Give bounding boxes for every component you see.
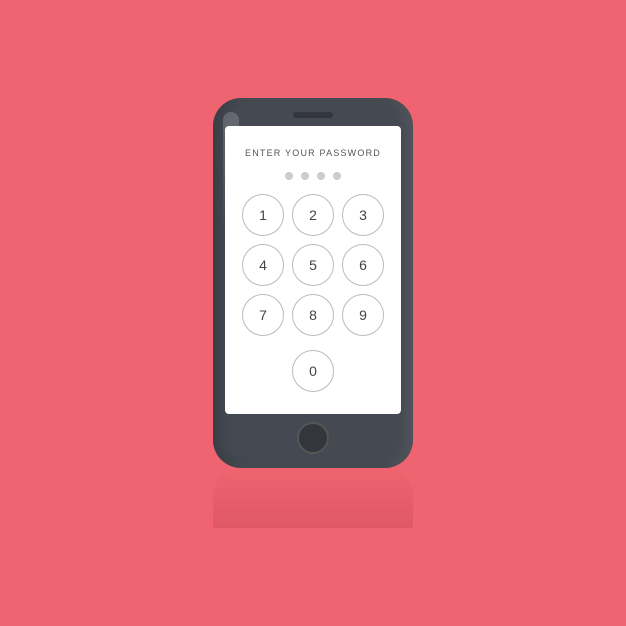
key-6[interactable]: 6 [342, 244, 384, 286]
keypad: 1 2 3 4 5 6 7 8 9 [242, 194, 384, 336]
key-3[interactable]: 3 [342, 194, 384, 236]
dot-1 [285, 172, 293, 180]
phone: ENTER YOUR PASSWORD 1 2 3 4 5 6 7 8 9 0 [213, 98, 413, 468]
key-4[interactable]: 4 [242, 244, 284, 286]
key-1[interactable]: 1 [242, 194, 284, 236]
key-8[interactable]: 8 [292, 294, 334, 336]
key-5[interactable]: 5 [292, 244, 334, 286]
key-2[interactable]: 2 [292, 194, 334, 236]
dot-2 [301, 172, 309, 180]
key-7[interactable]: 7 [242, 294, 284, 336]
dot-4 [333, 172, 341, 180]
key-0[interactable]: 0 [292, 350, 334, 392]
dots-row [285, 172, 341, 180]
key-9[interactable]: 9 [342, 294, 384, 336]
zero-row: 0 [292, 350, 334, 392]
scene: ENTER YOUR PASSWORD 1 2 3 4 5 6 7 8 9 0 [213, 98, 413, 528]
home-button[interactable] [297, 422, 329, 454]
screen: ENTER YOUR PASSWORD 1 2 3 4 5 6 7 8 9 0 [225, 126, 401, 414]
speaker [293, 112, 333, 118]
dot-3 [317, 172, 325, 180]
phone-reflection [213, 468, 413, 528]
password-prompt: ENTER YOUR PASSWORD [245, 148, 381, 158]
